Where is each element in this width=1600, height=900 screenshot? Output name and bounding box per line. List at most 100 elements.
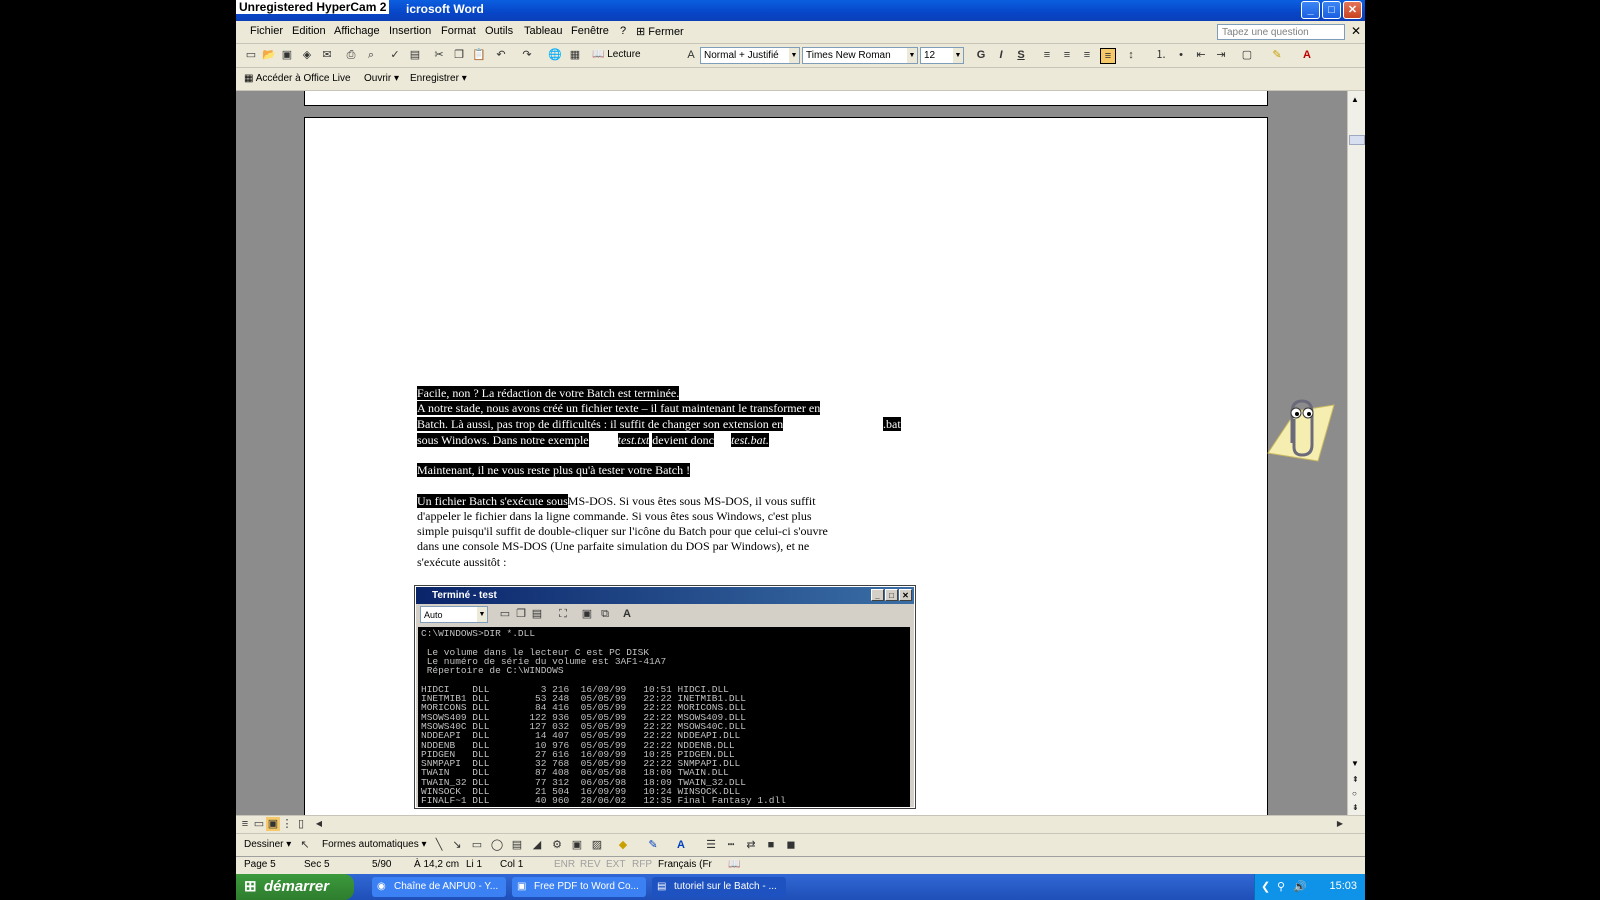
taskbar-item-pdf-to-word[interactable]: ▣ Free PDF to Word Co... xyxy=(512,877,646,897)
start-button[interactable]: ⊞ démarrer xyxy=(236,874,354,900)
normal-view-icon[interactable]: ≡ xyxy=(238,817,252,831)
picture-icon[interactable]: ▨ xyxy=(590,838,604,852)
border-icon[interactable]: ▢ xyxy=(1240,48,1254,62)
scroll-thumb[interactable] xyxy=(1349,135,1365,145)
font-size-select[interactable]: 12 ▼ xyxy=(920,47,964,64)
wordart-icon[interactable]: ◢ xyxy=(530,838,544,852)
autoshapes-menu-button[interactable]: Formes automatiques ▾ xyxy=(322,839,427,850)
bold-button[interactable]: G xyxy=(974,48,988,62)
bullet-list-icon[interactable]: • xyxy=(1174,48,1188,62)
clipart-icon[interactable]: ▣ xyxy=(570,838,584,852)
align-left-icon[interactable]: ≡ xyxy=(1040,48,1054,62)
line-color-icon[interactable]: ✎ xyxy=(646,838,660,852)
reading-view-icon[interactable]: ▯ xyxy=(294,817,308,831)
menu-affichage[interactable]: Affichage xyxy=(334,25,380,37)
volume-icon[interactable]: 🔊 xyxy=(1293,880,1307,893)
research-icon[interactable]: ▤ xyxy=(408,48,422,62)
italic-button[interactable]: I xyxy=(994,48,1008,62)
menu-outils[interactable]: Outils xyxy=(485,25,513,37)
cut-icon[interactable]: ✂ xyxy=(432,48,446,62)
menu-edition[interactable]: Edition xyxy=(292,25,326,37)
email-icon[interactable]: ✉ xyxy=(320,48,334,62)
print-preview-icon[interactable]: ⌕ xyxy=(364,48,378,62)
fill-color-icon[interactable]: ◆ xyxy=(616,838,630,852)
arrow-icon[interactable]: ↘ xyxy=(450,838,464,852)
menu-format[interactable]: Format xyxy=(441,25,476,37)
outline-view-icon[interactable]: ⋮ xyxy=(280,817,294,831)
document-page[interactable]: Facile, non ? La rédaction de votre Batc… xyxy=(304,117,1268,815)
browse-object-icon[interactable]: ○ xyxy=(1352,789,1357,798)
scroll-left-icon[interactable]: ◀ xyxy=(312,817,326,831)
menu-insertion[interactable]: Insertion xyxy=(389,25,431,37)
line-style-icon[interactable]: ☰ xyxy=(704,838,718,852)
rectangle-icon[interactable]: ▭ xyxy=(470,838,484,852)
web-view-icon[interactable]: ▭ xyxy=(252,817,266,831)
scroll-down-icon[interactable]: ▼ xyxy=(1351,759,1359,768)
redo-icon[interactable]: ↷ xyxy=(520,48,534,62)
font-color-icon[interactable]: A xyxy=(1300,48,1314,62)
spelling-icon[interactable]: ✓ xyxy=(388,48,402,62)
network-icon[interactable]: ⚲ xyxy=(1277,880,1285,893)
numbered-list-icon[interactable]: ⒈ xyxy=(1154,48,1168,62)
document-close-icon[interactable]: ✕ xyxy=(1351,24,1361,38)
office-live-button[interactable]: ▦ Accéder à Office Live xyxy=(244,73,351,84)
taskbar-item-firefox[interactable]: ◉ Chaîne de ANPU0 - Y... xyxy=(372,877,506,897)
arrow-style-icon[interactable]: ⇄ xyxy=(744,838,758,852)
title-bar[interactable]: icrosoft Word Unregistered HyperCam 2 _ … xyxy=(236,0,1365,21)
close-button[interactable]: ✕ xyxy=(1343,1,1362,19)
help-question-input[interactable]: Tapez une question xyxy=(1217,24,1345,40)
reading-button[interactable]: 📖 Lecture xyxy=(592,49,641,60)
status-rev[interactable]: REV xyxy=(580,859,601,870)
copy-icon[interactable]: ❐ xyxy=(452,48,466,62)
previous-page-icon[interactable]: ⇞ xyxy=(1352,775,1359,784)
scroll-up-icon[interactable]: ▲ xyxy=(1351,95,1359,104)
align-right-icon[interactable]: ≡ xyxy=(1080,48,1094,62)
print-icon[interactable]: ⎙ xyxy=(344,48,358,62)
horizontal-scrollbar[interactable]: ≡ ▭ ▣ ⋮ ▯ ◀ ▶ xyxy=(236,815,1365,833)
permission-icon[interactable]: ◈ xyxy=(300,48,314,62)
dash-style-icon[interactable]: ┅ xyxy=(724,838,738,852)
hyperlink-icon[interactable]: 🌐 xyxy=(548,48,562,62)
table-icon[interactable]: ▦ xyxy=(568,48,582,62)
diagram-icon[interactable]: ⚙ xyxy=(550,838,564,852)
new-document-icon[interactable]: ▭ xyxy=(244,48,258,62)
menu-help[interactable]: ? xyxy=(620,25,626,37)
minimize-button[interactable]: _ xyxy=(1301,1,1320,19)
3d-icon[interactable]: ◼ xyxy=(784,838,798,852)
oval-icon[interactable]: ◯ xyxy=(490,838,504,852)
office-assistant-clippy-icon[interactable] xyxy=(1256,391,1336,471)
highlight-icon[interactable]: ✎ xyxy=(1270,48,1284,62)
draw-menu-button[interactable]: Dessiner ▾ xyxy=(244,839,291,850)
shadow-icon[interactable]: ■ xyxy=(764,838,778,852)
draw-font-color-icon[interactable]: A xyxy=(674,838,688,852)
open-menu-button[interactable]: Ouvrir ▾ xyxy=(364,73,399,84)
taskbar-item-word[interactable]: ▤ tutoriel sur le Batch - ... xyxy=(652,877,786,897)
paste-icon[interactable]: 📋 xyxy=(472,48,486,62)
status-ext[interactable]: EXT xyxy=(606,859,625,870)
select-objects-icon[interactable]: ↖ xyxy=(298,838,312,852)
scroll-right-icon[interactable]: ▶ xyxy=(1333,817,1347,831)
justify-icon[interactable]: ≡ xyxy=(1100,48,1116,64)
menu-fichier[interactable]: Fichier xyxy=(250,25,283,37)
save-menu-button[interactable]: Enregistrer ▾ xyxy=(410,73,467,84)
increase-indent-icon[interactable]: ⇥ xyxy=(1214,48,1228,62)
line-spacing-icon[interactable]: ↕ xyxy=(1124,48,1138,62)
fermer-button[interactable]: ⊞ Fermer xyxy=(636,25,684,38)
underline-button[interactable]: S xyxy=(1014,48,1028,62)
menu-fenetre[interactable]: Fenêtre xyxy=(571,25,609,37)
spelling-status-icon[interactable]: 📖 xyxy=(728,859,740,870)
styles-icon[interactable]: A xyxy=(684,48,698,62)
textbox-icon[interactable]: ▤ xyxy=(510,838,524,852)
style-select[interactable]: Normal + Justifié ▼ xyxy=(700,47,800,64)
next-page-icon[interactable]: ⇟ xyxy=(1352,803,1359,812)
undo-icon[interactable]: ↶ xyxy=(494,48,508,62)
status-ovr[interactable]: RFP xyxy=(632,859,652,870)
status-rec[interactable]: ENR xyxy=(554,859,575,870)
open-folder-icon[interactable]: 📂 xyxy=(262,48,276,62)
menu-tableau[interactable]: Tableau xyxy=(524,25,563,37)
align-center-icon[interactable]: ≡ xyxy=(1060,48,1074,62)
print-layout-icon[interactable]: ▣ xyxy=(266,817,280,831)
line-icon[interactable]: ╲ xyxy=(432,838,446,852)
maximize-button[interactable]: □ xyxy=(1322,1,1341,19)
document-area[interactable]: Facile, non ? La rédaction de votre Batc… xyxy=(236,91,1347,815)
